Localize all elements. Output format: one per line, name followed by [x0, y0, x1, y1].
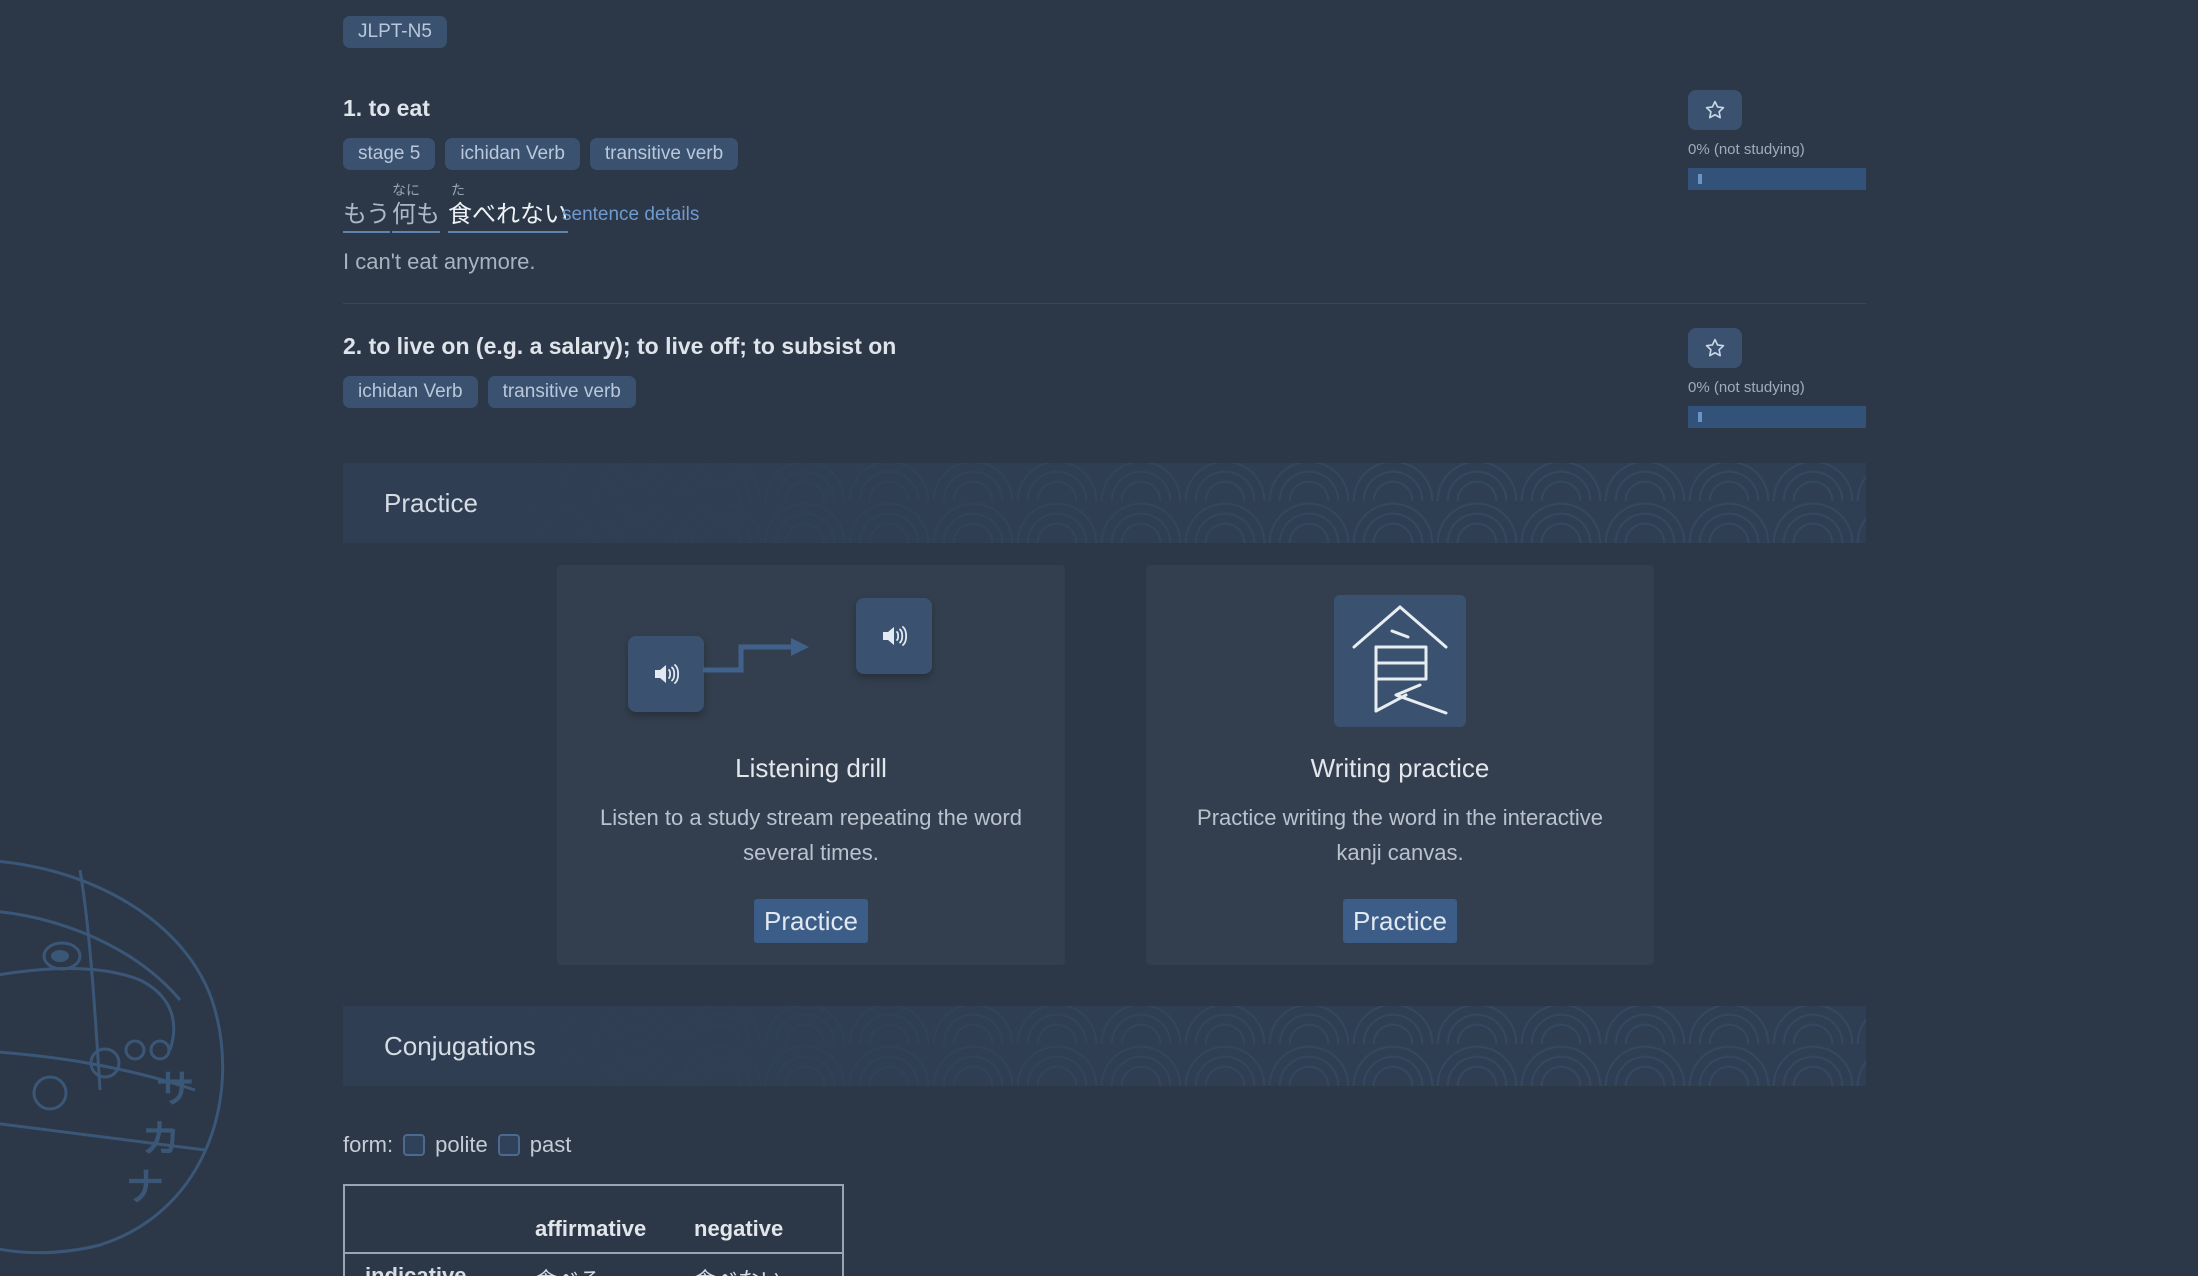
study-status: 0% (not studying) — [1688, 90, 1866, 190]
mascot-text-na: ナ — [126, 1165, 164, 1209]
section-title: Conjugations — [384, 1031, 536, 1061]
table-cell: 食べない — [694, 1263, 782, 1276]
practice-section-header: Practice — [343, 463, 1866, 543]
star-icon — [1705, 100, 1725, 119]
listening-drill-card: Listening drill Listen to a study stream… — [557, 565, 1065, 965]
star-icon — [1705, 338, 1725, 357]
study-progress-bar — [1688, 406, 1866, 428]
card-description: Listen to a study stream repeating the w… — [600, 805, 1022, 865]
sentence-translation: I can't eat anymore. — [343, 249, 536, 274]
study-status-text: 0% (not studying) — [1688, 141, 1805, 158]
fish-mascot-illustration: サ カ ナ — [0, 860, 225, 1255]
stage-tag: stage 5 — [343, 138, 436, 170]
past-checkbox[interactable] — [497, 1134, 520, 1156]
writing-practice-card: Writing practice Practice writing the wo… — [1146, 565, 1654, 965]
jlpt-level-badge: JLPT-N5 — [343, 16, 447, 48]
card-title: Writing practice — [1310, 753, 1490, 783]
kanji-glyph — [1352, 605, 1448, 715]
sense-title: 2. to live on (e.g. a salary); to live o… — [343, 333, 897, 359]
favorite-button[interactable] — [1688, 328, 1742, 368]
card-title: Listening drill — [735, 753, 887, 783]
table-divider — [345, 1252, 842, 1254]
conjugation-form-options: form: polite past — [343, 1132, 571, 1158]
sense-title: 1. to eat — [343, 95, 430, 121]
speaker-icon — [628, 636, 704, 712]
progress-fill — [1698, 412, 1702, 422]
word-type-tag: ichidan Verb — [343, 376, 478, 408]
progress-fill — [1698, 174, 1702, 184]
table-cell: 食べる — [535, 1263, 601, 1276]
polite-label: polite — [435, 1132, 488, 1157]
row-label: indicative — [365, 1263, 467, 1276]
sentence-word[interactable]: 何も — [392, 194, 440, 233]
transitivity-tag: transitive verb — [589, 138, 739, 170]
example-sentence: もう なに 何も た 食べれない sentence details — [343, 180, 1866, 250]
study-status: 0% (not studying) — [1688, 328, 1866, 428]
sentence-word[interactable]: もう — [343, 194, 391, 233]
sense-tags: stage 5 ichidan Verb transitive verb — [343, 138, 1866, 170]
past-label: past — [529, 1132, 572, 1157]
study-progress-bar — [1688, 168, 1866, 190]
polite-checkbox[interactable] — [403, 1134, 426, 1156]
sentence-word-highlighted[interactable]: 食べれない — [448, 194, 568, 233]
favorite-button[interactable] — [1688, 90, 1742, 130]
form-label: form: — [343, 1132, 394, 1157]
section-title: Practice — [384, 488, 478, 518]
conjugations-section-header: Conjugations — [343, 1006, 1866, 1086]
word-type-tag: ichidan Verb — [445, 138, 580, 170]
speaker-icon — [856, 598, 932, 674]
column-header: affirmative — [535, 1216, 647, 1241]
mascot-text-ka: カ — [142, 1117, 180, 1161]
transitivity-tag: transitive verb — [487, 376, 636, 408]
sense-item: 2. to live on (e.g. a salary); to live o… — [343, 330, 1866, 440]
mascot-text-sa: サ — [156, 1067, 194, 1111]
writing-practice-button[interactable]: Practice — [1343, 899, 1457, 943]
sense-item: 1. to eat stage 5 ichidan Verb transitive … — [343, 92, 1866, 304]
card-description: Practice writing the word in the interac… — [1197, 805, 1603, 865]
sentence-details-link[interactable]: sentence details — [562, 204, 699, 226]
study-status-text: 0% (not studying) — [1688, 379, 1805, 396]
listening-practice-button[interactable]: Practice — [754, 899, 868, 943]
kanji-canvas-preview — [1334, 595, 1466, 727]
arrow-connector-icon — [703, 638, 809, 673]
sense-tags: ichidan Verb transitive verb — [343, 376, 1866, 408]
conjugation-table: affirmative negative indicative 食べる 食べない — [343, 1184, 844, 1276]
column-header: negative — [694, 1216, 784, 1241]
